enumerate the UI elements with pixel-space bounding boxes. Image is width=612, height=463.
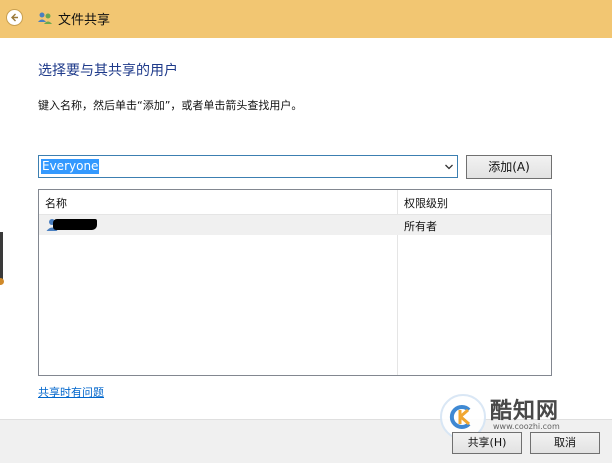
permission-level[interactable]: 所有者	[404, 218, 437, 234]
user-name-combobox[interactable]: Everyone	[38, 155, 458, 178]
instruction-text: 键入名称，然后单击“添加”，或者单击箭头查找用户。	[38, 99, 303, 112]
users-list[interactable]: 名称 权限级别 所有者	[38, 189, 552, 376]
background-window-edge	[0, 232, 3, 284]
page-heading: 选择要与其共享的用户	[38, 63, 178, 79]
add-button[interactable]: 添加(A)	[466, 155, 552, 179]
redacted-user-name	[53, 219, 97, 230]
share-button[interactable]: 共享(H)	[452, 432, 522, 454]
watermark-title: 酷知网	[490, 399, 560, 424]
sharing-users-icon	[38, 12, 52, 24]
chevron-down-icon[interactable]	[444, 162, 454, 172]
watermark-url: www.coozhi.com	[493, 422, 560, 431]
coozhi-logo-icon	[449, 405, 471, 429]
back-arrow-icon	[11, 13, 18, 22]
back-button[interactable]	[6, 9, 23, 26]
window-title: 文件共享	[58, 13, 111, 28]
column-header-permission[interactable]: 权限级别	[404, 195, 448, 211]
list-item[interactable]: 所有者	[39, 215, 551, 235]
list-header: 名称 权限级别	[39, 190, 551, 215]
title-bar: 文件共享	[0, 0, 612, 38]
sharing-help-link[interactable]: 共享时有问题	[38, 384, 104, 400]
combobox-value[interactable]: Everyone	[41, 159, 100, 174]
background-window-marker	[0, 278, 4, 285]
column-header-name[interactable]: 名称	[45, 195, 67, 211]
cancel-button[interactable]: 取消	[530, 432, 600, 454]
